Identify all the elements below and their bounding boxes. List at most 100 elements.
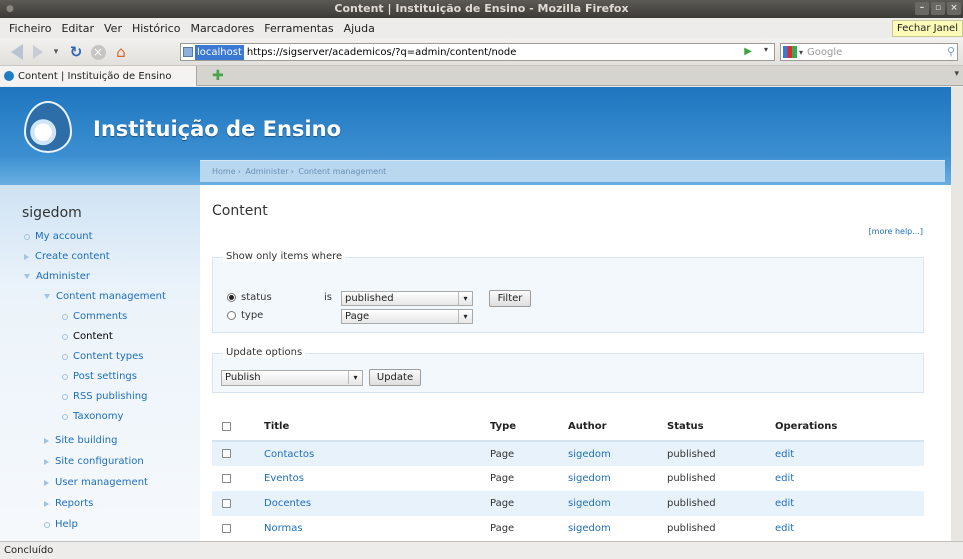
node-author-link[interactable]: sigedom [568, 473, 611, 484]
edit-link[interactable]: edit [775, 473, 794, 484]
status-bar: Concluído [0, 541, 963, 559]
tab-content[interactable]: Content | Instituição de Ensino [0, 66, 197, 86]
page-title: Content [212, 203, 268, 219]
search-input[interactable]: Google [807, 47, 842, 58]
breadcrumb-administer[interactable]: Administer [245, 167, 288, 176]
menu-ferramentas[interactable]: Ferramentas [259, 22, 338, 35]
type-select[interactable]: Page ▾ [341, 309, 473, 324]
row-checkbox[interactable] [222, 498, 231, 508]
window-titlebar: ● Content | Instituição de Ensino - Mozi… [0, 0, 963, 18]
node-status: published [667, 441, 775, 466]
edit-link[interactable]: edit [775, 523, 794, 534]
edit-link[interactable]: edit [775, 498, 794, 509]
node-author-link[interactable]: sigedom [568, 498, 611, 509]
site-identity-icon[interactable] [183, 47, 193, 57]
page-viewport: Instituição de Ensino Home › Administer › … [0, 87, 963, 541]
sidebar: sigedom My account Create content Admini… [0, 185, 200, 541]
node-title-link[interactable]: Eventos [264, 473, 304, 484]
sidebar-item-post-settings[interactable]: Post settings [62, 371, 137, 382]
sidebar-item-comments[interactable]: Comments [62, 311, 127, 322]
row-checkbox[interactable] [222, 523, 231, 533]
sidebar-title: sigedom [22, 205, 82, 221]
stop-icon[interactable] [88, 42, 108, 62]
menu-editar[interactable]: Editar [56, 22, 99, 35]
edit-link[interactable]: edit [775, 449, 794, 460]
collapsed-icon [24, 253, 29, 260]
address-url[interactable]: https://sigserver/academicos/?q=admin/co… [244, 47, 517, 58]
bullet-icon [62, 313, 68, 320]
column-title[interactable]: Title [264, 413, 490, 442]
sidebar-item-create-content[interactable]: Create content [24, 251, 110, 262]
update-button[interactable]: Update [369, 369, 421, 386]
select-all-checkbox[interactable] [222, 421, 231, 431]
url-dropdown-icon[interactable]: ▾ [764, 45, 768, 54]
sidebar-item-site-building[interactable]: Site building [44, 435, 117, 446]
history-dropdown-icon[interactable]: ▾ [50, 42, 62, 62]
search-engine-dropdown-icon[interactable]: ▾ [799, 48, 803, 57]
sidebar-item-administer[interactable]: Administer [24, 271, 90, 282]
content-table: Title Type Author Status Operations Cont… [212, 413, 924, 541]
minimize-icon[interactable]: – [915, 2, 929, 15]
search-engine-icon[interactable] [783, 46, 797, 58]
node-title-link[interactable]: Contactos [264, 449, 314, 460]
sidebar-item-label: Comments [73, 311, 128, 322]
reload-icon[interactable]: ↻ [66, 42, 86, 62]
table-header-row: Title Type Author Status Operations [212, 413, 924, 442]
row-checkbox[interactable] [222, 449, 231, 458]
sidebar-item-help[interactable]: Help [44, 519, 78, 530]
breadcrumb-content-management[interactable]: Content management [298, 167, 386, 176]
node-author-link[interactable]: sigedom [568, 523, 611, 534]
column-status[interactable]: Status [667, 413, 775, 442]
sidebar-item-my-account[interactable]: My account [24, 231, 93, 242]
status-select[interactable]: published ▾ [341, 291, 473, 306]
breadcrumb-home[interactable]: Home [212, 167, 236, 176]
sidebar-item-site-configuration[interactable]: Site configuration [44, 456, 144, 467]
row-checkbox[interactable] [222, 473, 231, 483]
sidebar-item-label: Content types [73, 351, 144, 362]
type-radio[interactable] [227, 311, 236, 320]
search-icon[interactable]: ⚲ [947, 45, 955, 58]
new-tab-icon[interactable]: ✚ [212, 69, 224, 83]
tab-list-icon[interactable]: ▾ [954, 69, 959, 79]
more-help-link[interactable]: [more help...] [869, 227, 923, 236]
expanded-icon [24, 274, 30, 279]
search-bar[interactable]: ▾ Google ⚲ [780, 43, 958, 61]
column-type[interactable]: Type [490, 413, 568, 442]
filter-legend: Show only items where [223, 251, 346, 262]
table-row: Normas Page sigedom published edit [212, 516, 924, 541]
filter-button[interactable]: Filter [489, 290, 531, 307]
go-icon[interactable]: ▶ [744, 46, 752, 57]
node-title-link[interactable]: Normas [264, 523, 303, 534]
menu-historico[interactable]: Histórico [127, 22, 185, 35]
node-title-link[interactable]: Docentes [264, 498, 311, 509]
close-icon[interactable]: × [947, 2, 961, 15]
update-select[interactable]: Publish ▾ [221, 370, 363, 386]
address-bar[interactable]: localhost https://sigserver/academicos/?… [180, 43, 775, 61]
sidebar-item-taxonomy[interactable]: Taxonomy [62, 411, 123, 422]
drupal-logo-icon[interactable] [24, 101, 72, 153]
bullet-icon [62, 353, 68, 360]
bullet-icon [62, 413, 68, 420]
sidebar-item-content-management[interactable]: Content management [44, 291, 166, 302]
forward-icon[interactable] [28, 42, 48, 62]
sidebar-item-reports[interactable]: Reports [44, 498, 93, 509]
menu-ficheiro[interactable]: Ficheiro [4, 22, 56, 35]
column-author[interactable]: Author [568, 413, 667, 442]
menu-ajuda[interactable]: Ajuda [339, 22, 380, 35]
home-icon[interactable]: ⌂ [110, 42, 132, 62]
page-scrollbar[interactable] [951, 87, 963, 541]
menu-marcadores[interactable]: Marcadores [185, 22, 259, 35]
site-name[interactable]: Instituição de Ensino [93, 117, 341, 141]
sidebar-item-content-types[interactable]: Content types [62, 351, 144, 362]
maximize-icon[interactable]: ▫ [931, 2, 945, 15]
sidebar-item-label: Post settings [73, 371, 137, 382]
sidebar-item-rss-publishing[interactable]: RSS publishing [62, 391, 147, 402]
back-icon[interactable] [6, 42, 28, 62]
window-menu-icon[interactable]: ● [6, 0, 14, 18]
sidebar-item-content[interactable]: Content [62, 331, 113, 342]
status-label: status [241, 292, 272, 303]
status-radio[interactable] [227, 293, 236, 302]
sidebar-item-user-management[interactable]: User management [44, 477, 148, 488]
menu-ver[interactable]: Ver [99, 22, 127, 35]
node-author-link[interactable]: sigedom [568, 449, 611, 460]
